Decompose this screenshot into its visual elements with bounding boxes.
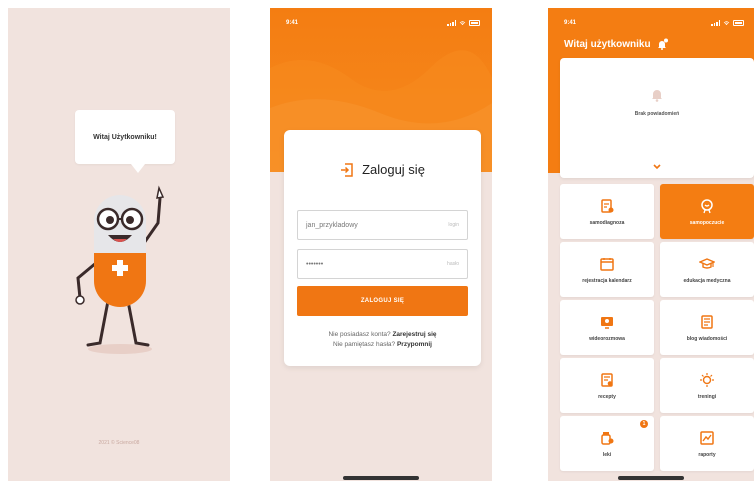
status-time: 9:41 (286, 20, 299, 26)
home-indicator[interactable] (343, 476, 419, 480)
home-indicator[interactable] (618, 476, 684, 480)
welcome-header: Witaj użytkowniku (564, 38, 668, 50)
remind-password-link[interactable]: Przypomnij (397, 341, 432, 348)
training-icon (700, 372, 714, 387)
password-field[interactable]: ••••••• hasło (297, 249, 468, 279)
login-card: Zaloguj się jan_przykladowy login ••••••… (284, 130, 481, 366)
bell-icon (652, 90, 662, 102)
mood-icon (701, 198, 713, 213)
login-title-text: Zaloguj się (362, 162, 425, 177)
status-bar: 9:41 (564, 18, 744, 28)
password-value: ••••••• (306, 260, 324, 268)
tile-treningi[interactable]: treningi (660, 358, 754, 413)
chevron-down-icon[interactable] (653, 164, 661, 170)
tile-label: raporty (698, 451, 716, 458)
login-screen: 9:41 Zaloguj się jan_przykladowy login •… (270, 8, 492, 481)
tile-raporty[interactable]: raporty (660, 416, 754, 471)
status-bar: 9:41 (286, 18, 480, 28)
status-time: 9:41 (564, 20, 577, 26)
username-placeholder: login (448, 222, 459, 228)
battery-icon (469, 20, 480, 26)
no-account-text: Nie posiadasz konta? (328, 331, 391, 338)
login-title: Zaloguj się (284, 162, 481, 177)
tile-label: wideorozmowa (589, 335, 625, 342)
wifi-icon (723, 20, 730, 25)
home-screen: 9:41 Witaj użytkowniku Brak powiadomień … (548, 8, 754, 481)
signal-icon (447, 20, 456, 26)
username-field[interactable]: jan_przykladowy login (297, 210, 468, 240)
notification-badge: 1 (640, 420, 648, 428)
tile-label: edukacja medyczna (683, 277, 731, 284)
tile-recepty[interactable]: recepty (560, 358, 654, 413)
bell-icon[interactable] (656, 38, 668, 50)
prescription-icon (601, 372, 613, 387)
tile-blog-wiadomości[interactable]: blog wiadomości (660, 300, 754, 355)
signal-icon (711, 20, 720, 26)
account-links: Nie posiadasz konta? Zarejestruj się Nie… (284, 330, 481, 350)
calendar-icon (600, 257, 614, 271)
tile-rejestracja-kalendarz[interactable]: rejestracja kalendarz (560, 242, 654, 297)
login-icon (341, 162, 353, 177)
self-diagnosis-icon (601, 198, 614, 213)
login-button[interactable]: ZALOGUJ SIĘ (297, 286, 468, 316)
username-value: jan_przykladowy (306, 221, 358, 229)
speech-bubble: Witaj Użytkowniku! (75, 110, 175, 173)
graduation-cap-icon (699, 257, 715, 269)
copyright-text: 2021 © Science08 (98, 440, 140, 446)
tile-label: treningi (697, 393, 717, 400)
video-call-icon (601, 316, 613, 329)
pill-mascot-illustration (75, 185, 165, 354)
tile-samodiagnoza[interactable]: samodiagnoza (560, 184, 654, 239)
tile-label: samopoczucie (689, 219, 725, 226)
no-notifications-text: Brak powiadomień (634, 111, 680, 117)
report-icon (700, 430, 714, 445)
register-link[interactable]: Zarejestruj się (392, 331, 436, 338)
tile-label: samodiagnoza (589, 219, 625, 226)
wifi-icon (459, 20, 466, 25)
tile-samopoczucie[interactable]: samopoczucie (660, 184, 754, 239)
tile-label: recepty (598, 393, 616, 400)
blog-icon (701, 314, 713, 329)
notifications-panel: Brak powiadomień (560, 58, 754, 178)
battery-icon (733, 20, 744, 26)
welcome-text: Witaj użytkowniku (564, 38, 651, 50)
medicine-icon (601, 431, 614, 445)
tile-leki[interactable]: leki 1 (560, 416, 654, 471)
tile-label: rejestracja kalendarz (582, 277, 632, 284)
splash-screen: Witaj Użytkowniku! 2021 © Science08 (8, 8, 230, 481)
greeting-text: Witaj Użytkowniku! (93, 133, 157, 141)
password-placeholder: hasło (447, 261, 459, 267)
tile-label: leki (602, 451, 612, 458)
tile-edukacja-medyczna[interactable]: edukacja medyczna (660, 242, 754, 297)
tile-wideorozmowa[interactable]: wideorozmowa (560, 300, 654, 355)
forgot-password-text: Nie pamiętasz hasła? (332, 341, 396, 348)
tile-label: blog wiadomości (686, 335, 728, 342)
